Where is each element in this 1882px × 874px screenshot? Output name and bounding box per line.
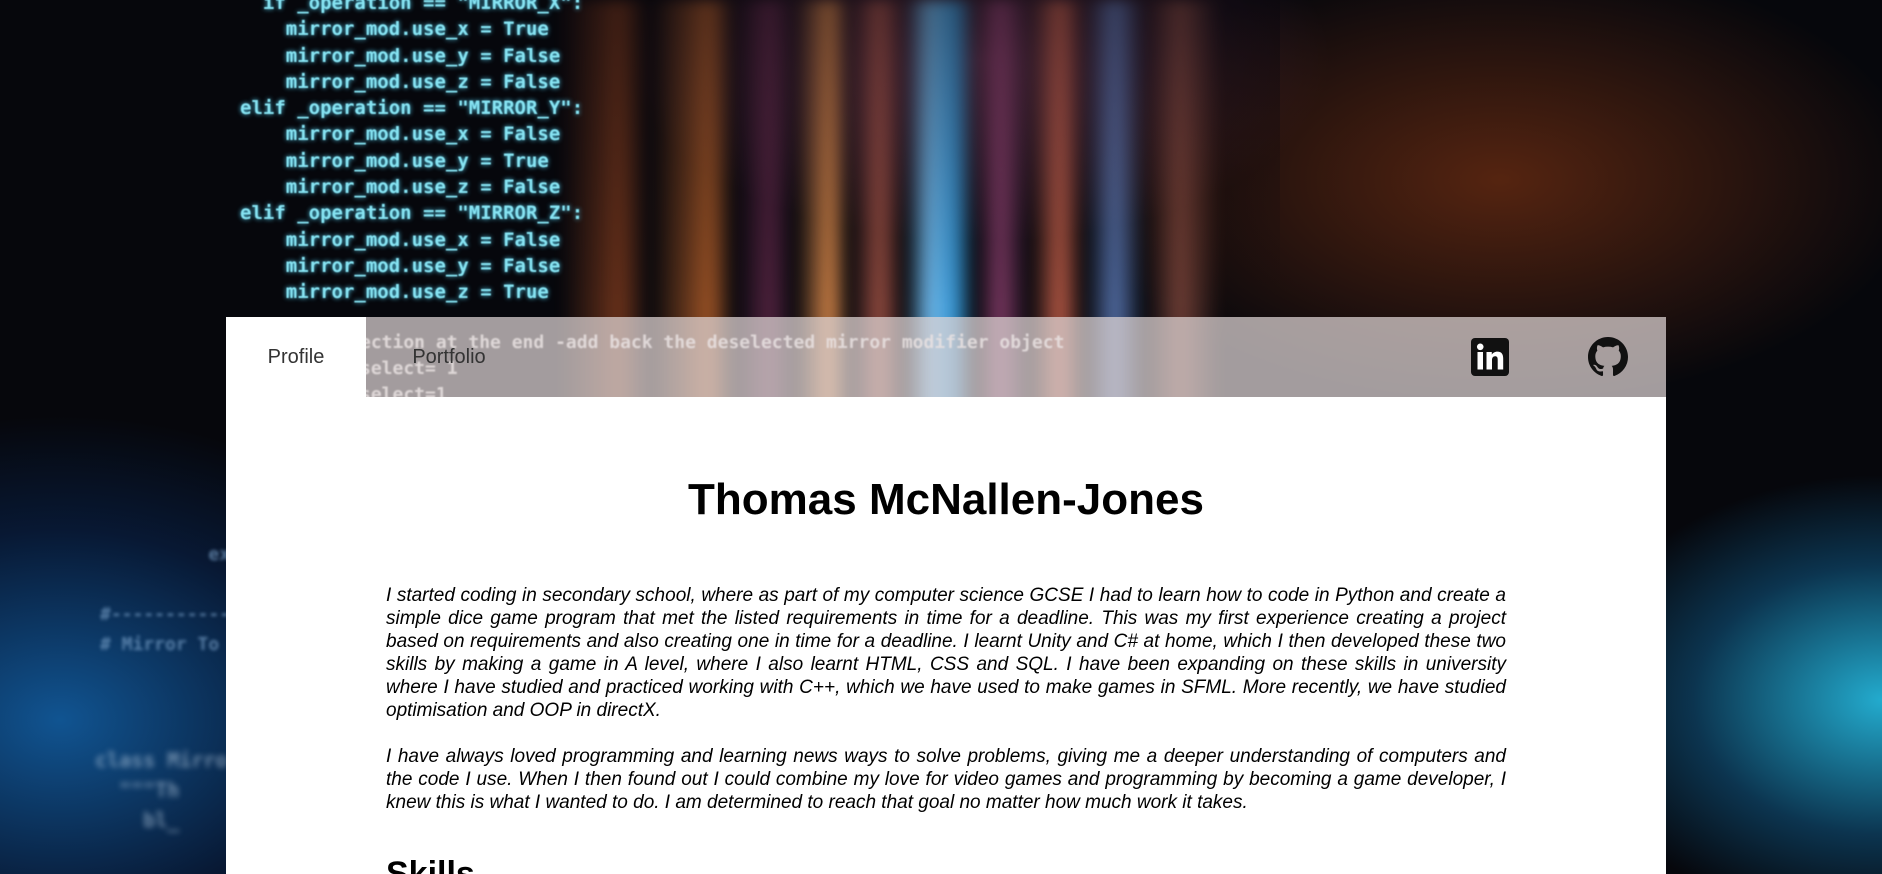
github-link[interactable]	[1588, 337, 1628, 377]
page-title: Thomas McNallen-Jones	[688, 475, 1204, 524]
background-code-left-bottom: class Mirro """Th bl_	[95, 748, 228, 832]
background-code: if _operation == "MIRROR_X": mirror_mod.…	[240, 0, 584, 304]
bio-paragraph-1: I started coding in secondary school, wh…	[386, 585, 1506, 721]
linkedin-link[interactable]	[1470, 337, 1510, 377]
tab-profile[interactable]: Profile	[226, 317, 366, 397]
linkedin-icon	[1471, 338, 1509, 376]
skills-heading: Skills	[386, 855, 475, 874]
profile-card: Thomas McNallen-Jones I started coding i…	[226, 397, 1666, 874]
tab-profile-label: Profile	[267, 345, 325, 368]
top-nav: Profile Portfolio	[226, 317, 1666, 397]
background-code-left: exc #----------- # Mirror To	[100, 544, 241, 655]
github-icon	[1588, 337, 1628, 377]
bio-paragraph-2: I have always loved programming and lear…	[386, 746, 1506, 813]
bio-section: I started coding in secondary school, wh…	[386, 584, 1506, 837]
tab-portfolio[interactable]: Portfolio	[366, 317, 532, 397]
tab-portfolio-label: Portfolio	[412, 345, 486, 368]
